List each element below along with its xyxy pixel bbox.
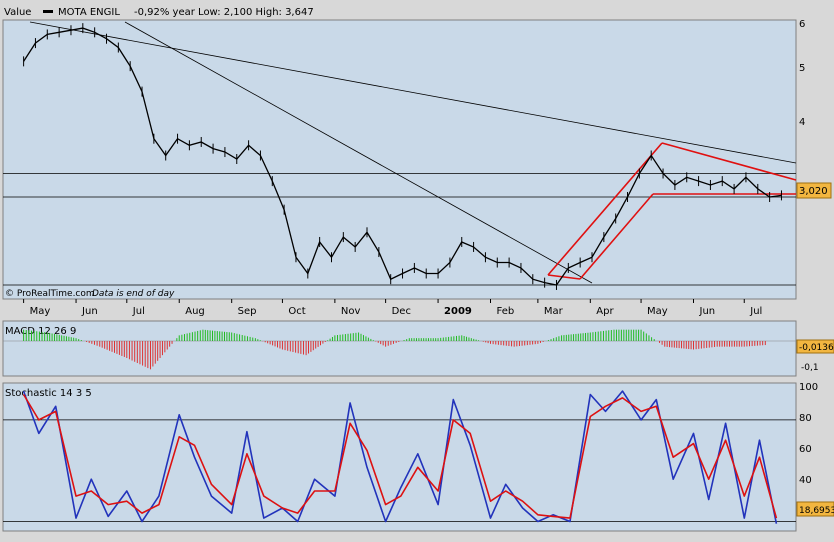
x-axis: May Jun Jul Aug Sep Oct Nov Dec 2009 Feb Mar Apr May… [23, 299, 762, 317]
stoch-tick-40: 40 [799, 475, 812, 486]
x-tick-label: Nov [341, 306, 361, 317]
x-tick-label: 2009 [444, 306, 472, 317]
x-tick-label: Jul [132, 306, 145, 317]
stochastic-axis: 100 80 60 40 18,6953 [796, 382, 834, 517]
x-tick-label: May [30, 306, 51, 317]
x-tick-label: Feb [497, 306, 515, 317]
chart-canvas: Value MOTA ENGIL -0,92% year Low: 2,100 … [2, 7, 834, 532]
price-panel [2, 19, 797, 300]
last-price-value: 3,020 [799, 186, 828, 197]
stochastic-label: Stochastic 14 3 5 [5, 388, 92, 399]
macd-label: MACD 12 26 9 [5, 326, 76, 337]
x-tick-label: Apr [596, 306, 614, 317]
x-tick-label: Mar [544, 306, 564, 317]
price-tick-6: 6 [799, 19, 805, 30]
stochastic-panel [2, 382, 797, 532]
source-note: Data is end of day [92, 289, 175, 299]
price-tick-5: 5 [799, 63, 805, 74]
x-tick-label: Dec [392, 306, 411, 317]
stoch-last-value: 18,6953 [799, 506, 834, 516]
chart-window: Value MOTA ENGIL -0,92% year Low: 2,100 … [0, 0, 834, 538]
x-tick-label: Oct [288, 306, 305, 317]
macd-last-value: -0,0136 [799, 343, 834, 353]
value-label: Value [4, 7, 31, 18]
stoch-tick-80: 80 [799, 413, 812, 424]
header-stats: -0,92% year Low: 2,100 High: 3,647 [134, 7, 314, 18]
price-tick-4: 4 [799, 117, 805, 128]
series-name: MOTA ENGIL [58, 7, 120, 18]
source-provider: © ProRealTime.com [5, 289, 95, 299]
stoch-tick-60: 60 [799, 444, 812, 455]
x-tick-label: Jul [749, 306, 762, 317]
x-tick-label: Jun [81, 306, 98, 317]
x-tick-label: May [647, 306, 668, 317]
x-tick-label: Aug [185, 306, 205, 317]
series-swatch [43, 10, 53, 13]
x-tick-label: Jun [699, 306, 716, 317]
price-axis: 6 5 4 3,020 [796, 19, 832, 199]
macd-tick-minus-01: -0,1 [801, 363, 819, 373]
stoch-tick-100: 100 [799, 382, 818, 393]
x-tick-label: Sep [238, 306, 257, 317]
